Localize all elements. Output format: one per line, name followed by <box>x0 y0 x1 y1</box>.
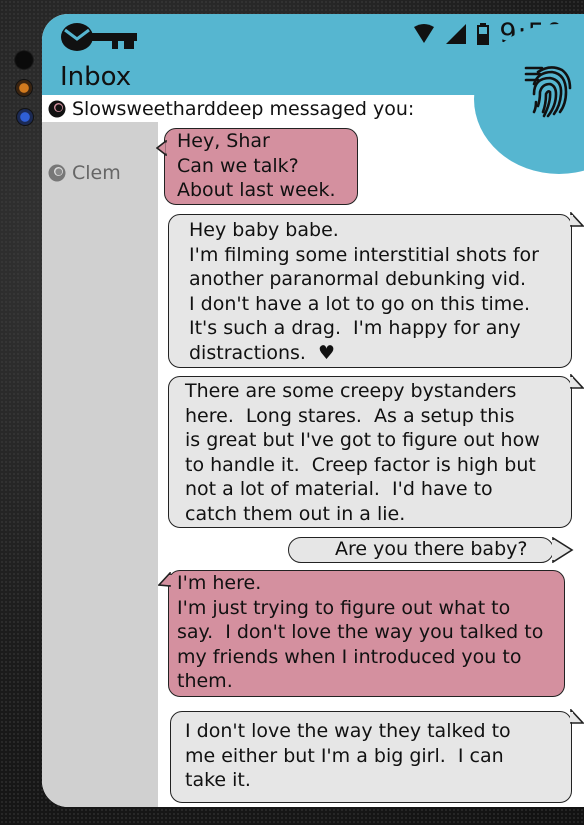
message-bubble[interactable]: I don't love the way they talked to me e… <box>170 711 572 803</box>
signal-icon <box>446 23 467 44</box>
fingerprint-icon[interactable] <box>524 62 574 118</box>
message-tail <box>158 572 172 587</box>
message-tail <box>570 212 584 227</box>
sensor-icon <box>15 79 33 97</box>
message-tail <box>570 374 584 389</box>
contacts-sidebar <box>42 122 158 807</box>
message-tail <box>570 709 584 724</box>
camera-icon <box>14 50 34 70</box>
message-bubble[interactable]: There are some creepy bystanders here. L… <box>168 376 572 528</box>
sensor-icon <box>16 108 34 126</box>
notification-text: Slowsweetharddeep messaged you: <box>72 98 415 120</box>
page-title: Inbox <box>60 62 132 92</box>
avatar <box>48 164 66 182</box>
message-tail <box>552 537 574 563</box>
contact-name: Clem <box>72 162 121 184</box>
contact-item[interactable]: Clem <box>48 162 121 184</box>
message-bubble[interactable]: Are you there baby? <box>288 537 554 563</box>
avatar <box>48 100 66 118</box>
message-tail <box>156 140 168 156</box>
message-bubble[interactable]: Hey baby babe. I'm filming some intersti… <box>168 214 572 368</box>
wifi-icon <box>414 23 435 43</box>
mail-key-logo-icon <box>61 23 137 51</box>
battery-icon <box>477 22 490 45</box>
message-bubble[interactable]: Hey, Shar Can we talk? About last week. <box>164 128 358 205</box>
screen: 9:50 Inbox Slowsweetharddeep messaged yo… <box>42 14 584 807</box>
message-bubble[interactable]: I'm here. I'm just trying to figure out … <box>168 570 565 697</box>
notification[interactable]: Slowsweetharddeep messaged you: <box>48 98 414 120</box>
